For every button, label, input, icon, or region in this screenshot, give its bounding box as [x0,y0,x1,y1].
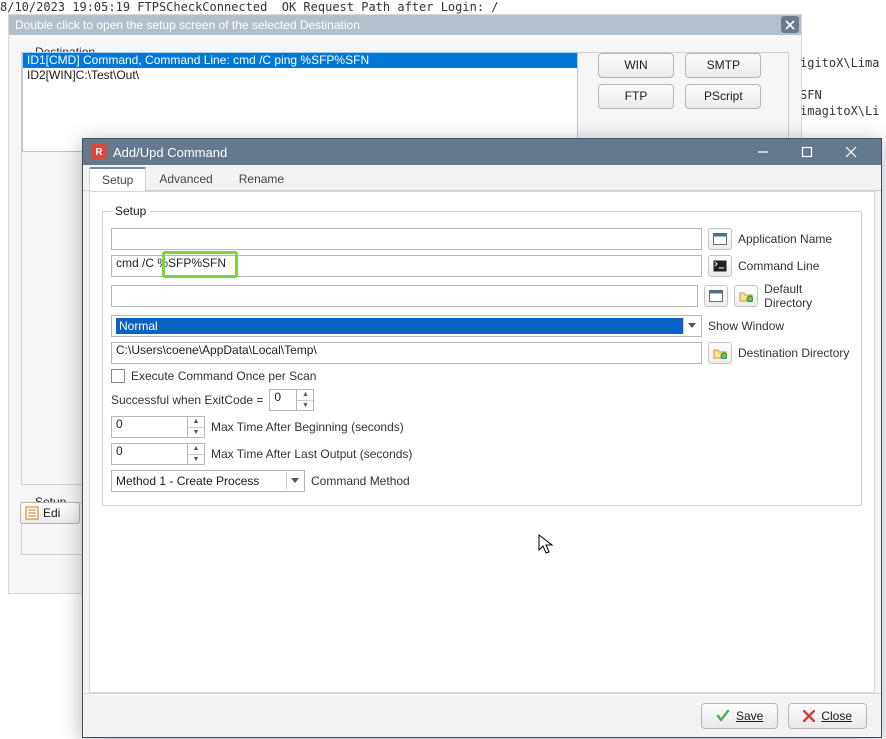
chevron-down-icon[interactable] [683,317,699,335]
setup-group-label: Setup [111,204,150,218]
chevron-down-icon[interactable] [286,472,302,490]
application-name-browse-button[interactable] [708,228,732,250]
window-icon [713,233,727,245]
default-directory-input[interactable] [111,285,698,307]
application-name-label: Application Name [738,232,832,246]
maxtime-last-value[interactable]: 0 [111,443,188,465]
show-window-value: Normal [116,318,683,334]
tab-advanced[interactable]: Advanced [146,167,225,190]
addupd-command-dialog: R Add/Upd Command Setup Advanced Rename … [82,138,882,738]
maxtime-last-label: Max Time After Last Output (seconds) [211,447,412,461]
destination-directory-browse-button[interactable] [708,342,732,364]
edit-button[interactable]: Edi [20,502,80,524]
execute-once-checkbox[interactable] [111,369,125,383]
edit-button-label: Edi [43,506,60,520]
spin-down-icon[interactable]: ▼ [188,454,204,465]
pscript-button[interactable]: PScript [685,84,761,109]
destination-window-title: Double click to open the setup screen of… [15,18,360,32]
check-icon [716,709,730,723]
execute-once-label: Execute Command Once per Scan [131,369,316,383]
close-button[interactable] [829,139,873,165]
maxtime-begin-label: Max Time After Beginning (seconds) [211,420,404,434]
application-name-input[interactable] [111,228,702,250]
list-item[interactable]: ID2[WIN]C:\Test\Out\ [23,68,577,83]
setup-group: Setup Application Name cmd /C %SFP%SFN [102,204,862,506]
show-window-label: Show Window [708,319,784,333]
edit-icon [25,506,39,520]
save-button-label: Save [736,709,763,723]
exitcode-value[interactable]: 0 [269,389,297,411]
maxtime-begin-value[interactable]: 0 [111,416,188,438]
exitcode-spinner[interactable]: 0 ▲ ▼ [269,389,314,411]
maxtime-begin-spinner[interactable]: 0 ▲ ▼ [111,416,205,438]
exitcode-label: Successful when ExitCode = [111,393,263,407]
dialog-title: Add/Upd Command [113,145,227,160]
dialog-tabbar: Setup Advanced Rename [83,165,881,191]
minimize-button[interactable] [741,139,785,165]
maximize-button[interactable] [785,139,829,165]
destination-directory-label: Destination Directory [738,346,849,360]
command-line-icon-button[interactable] [708,255,732,277]
tab-rename[interactable]: Rename [226,167,297,190]
destination-button-column: WIN SMTP FTP PScript [594,50,765,112]
command-line-label: Command Line [738,259,819,273]
spin-up-icon[interactable]: ▲ [188,444,204,454]
spin-down-icon[interactable]: ▼ [188,427,204,438]
app-icon: R [91,144,107,160]
spin-up-icon[interactable]: ▲ [297,390,313,400]
command-line-input[interactable]: cmd /C %SFP%SFN [111,255,702,277]
close-button[interactable]: Close [788,703,867,729]
command-method-select[interactable]: Method 1 - Create Process [111,470,305,492]
background-console-line: 8/10/2023 19:05:19 FTPSCheckConnected OK… [0,0,886,14]
background-right-text: igitoX\Lima SFN imagitoX\Li [800,55,879,119]
ftp-button[interactable]: FTP [598,84,674,109]
maxtime-last-spinner[interactable]: 0 ▲ ▼ [111,443,205,465]
win-button[interactable]: WIN [598,53,674,78]
command-method-value: Method 1 - Create Process [116,474,286,488]
command-method-label: Command Method [311,474,410,488]
window-icon [709,290,723,302]
default-directory-browse-button[interactable] [734,285,758,307]
folder-icon [713,347,727,359]
tab-setup[interactable]: Setup [89,167,146,191]
destination-listbox[interactable]: ID1[CMD] Command, Command Line: cmd /C p… [22,52,578,152]
smtp-button[interactable]: SMTP [685,53,761,78]
spin-up-icon[interactable]: ▲ [188,417,204,427]
spin-down-icon[interactable]: ▼ [297,400,313,411]
list-item[interactable]: ID1[CMD] Command, Command Line: cmd /C p… [23,53,577,68]
show-window-select[interactable]: Normal [111,315,702,337]
close-button-label: Close [821,709,852,723]
close-icon[interactable] [781,16,799,33]
terminal-icon [713,260,727,272]
default-directory-type-button[interactable] [704,285,728,307]
destination-window-titlebar: Double click to open the setup screen of… [9,15,801,35]
close-icon [803,710,815,722]
dialog-panel: Setup Application Name cmd /C %SFP%SFN [89,191,875,693]
destination-directory-input[interactable]: C:\Users\coene\AppData\Local\Temp\ [111,342,702,364]
dialog-footer: Save Close [83,693,881,737]
save-button[interactable]: Save [701,703,778,729]
folder-icon [739,290,753,302]
dialog-titlebar[interactable]: R Add/Upd Command [83,139,881,165]
default-directory-label: Default Directory [764,282,853,310]
